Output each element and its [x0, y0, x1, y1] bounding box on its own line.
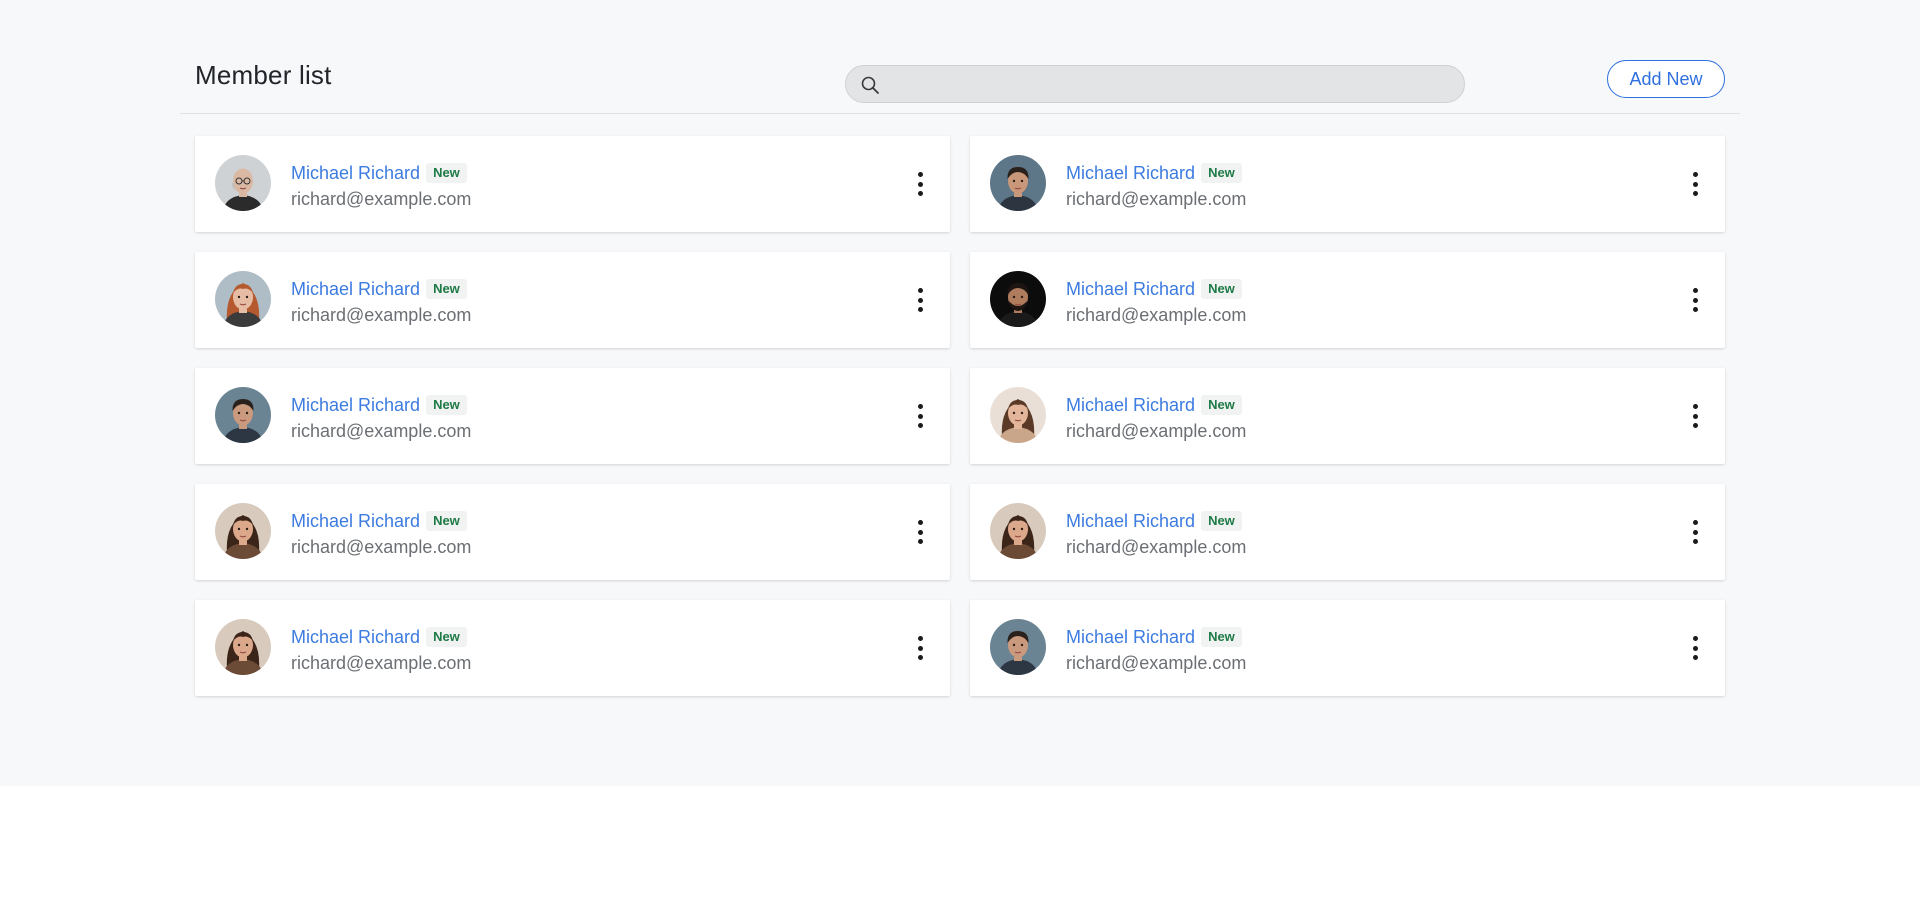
new-badge: New — [1201, 163, 1242, 183]
member-card-9: Michael Richard New richard@example.com — [195, 600, 950, 696]
member-info: Michael Richard New richard@example.com — [1066, 162, 1246, 210]
red-hair-woman-avatar[interactable] — [215, 271, 271, 327]
new-badge: New — [1201, 511, 1242, 531]
member-card-2: Michael Richard New richard@example.com — [970, 136, 1725, 232]
more-options-icon[interactable] — [910, 516, 930, 548]
header: Member list Add New — [180, 0, 1740, 114]
long-hair-woman-avatar[interactable] — [990, 387, 1046, 443]
member-name[interactable]: Michael Richard — [291, 163, 420, 184]
member-name[interactable]: Michael Richard — [291, 511, 420, 532]
more-options-icon[interactable] — [1685, 168, 1705, 200]
search-icon — [860, 75, 880, 95]
member-card-1: Michael Richard New richard@example.com — [195, 136, 950, 232]
member-email: richard@example.com — [291, 537, 472, 557]
more-options-icon[interactable] — [910, 632, 930, 664]
bearded-man-avatar[interactable] — [990, 271, 1046, 327]
more-options-icon[interactable] — [910, 168, 930, 200]
member-email: richard@example.com — [1066, 189, 1247, 209]
more-options-icon[interactable] — [1685, 632, 1705, 664]
member-card-3: Michael Richard New richard@example.com — [195, 252, 950, 348]
new-badge: New — [426, 511, 467, 531]
member-email: richard@example.com — [291, 189, 472, 209]
more-options-icon[interactable] — [1685, 400, 1705, 432]
new-badge: New — [426, 395, 467, 415]
member-email: richard@example.com — [1066, 653, 1247, 673]
member-name[interactable]: Michael Richard — [291, 279, 420, 300]
member-email: richard@example.com — [1066, 537, 1247, 557]
member-info: Michael Richard New richard@example.com — [291, 162, 471, 210]
new-badge: New — [426, 163, 467, 183]
member-name[interactable]: Michael Richard — [1066, 395, 1195, 416]
member-email: richard@example.com — [291, 421, 472, 441]
more-options-icon[interactable] — [910, 284, 930, 316]
search-input[interactable] — [888, 66, 1448, 102]
man-suit-avatar[interactable] — [215, 387, 271, 443]
member-info: Michael Richard New richard@example.com — [1066, 510, 1246, 558]
new-badge: New — [1201, 627, 1242, 647]
member-info: Michael Richard New richard@example.com — [291, 278, 471, 326]
search-bar[interactable] — [845, 65, 1465, 103]
member-info: Michael Richard New richard@example.com — [1066, 278, 1246, 326]
member-info: Michael Richard New richard@example.com — [1066, 626, 1246, 674]
new-badge: New — [426, 279, 467, 299]
member-name[interactable]: Michael Richard — [1066, 163, 1195, 184]
member-name[interactable]: Michael Richard — [291, 395, 420, 416]
member-email: richard@example.com — [1066, 305, 1247, 325]
more-options-icon[interactable] — [1685, 516, 1705, 548]
member-name[interactable]: Michael Richard — [1066, 279, 1195, 300]
member-name[interactable]: Michael Richard — [1066, 627, 1195, 648]
long-hair-woman-avatar[interactable] — [215, 619, 271, 675]
member-email: richard@example.com — [291, 653, 472, 673]
long-hair-woman-avatar[interactable] — [215, 503, 271, 559]
new-badge: New — [426, 627, 467, 647]
member-card-7: Michael Richard New richard@example.com — [195, 484, 950, 580]
member-info: Michael Richard New richard@example.com — [291, 394, 471, 442]
member-name[interactable]: Michael Richard — [291, 627, 420, 648]
bald-man-glasses-avatar[interactable] — [215, 155, 271, 211]
add-new-button[interactable]: Add New — [1607, 60, 1725, 98]
page-title: Member list — [195, 60, 332, 90]
member-name[interactable]: Michael Richard — [1066, 511, 1195, 532]
member-card-10: Michael Richard New richard@example.com — [970, 600, 1725, 696]
long-hair-woman-avatar[interactable] — [990, 503, 1046, 559]
member-list-container: Member list Add New Michael Richard New … — [180, 0, 1740, 696]
new-badge: New — [1201, 279, 1242, 299]
more-options-icon[interactable] — [1685, 284, 1705, 316]
member-email: richard@example.com — [291, 305, 472, 325]
member-info: Michael Richard New richard@example.com — [291, 626, 471, 674]
young-man-dark-hair-avatar[interactable] — [990, 155, 1046, 211]
member-email: richard@example.com — [1066, 421, 1247, 441]
member-info: Michael Richard New richard@example.com — [291, 510, 471, 558]
new-badge: New — [1201, 395, 1242, 415]
more-options-icon[interactable] — [910, 400, 930, 432]
member-card-8: Michael Richard New richard@example.com — [970, 484, 1725, 580]
member-card-5: Michael Richard New richard@example.com — [195, 368, 950, 464]
member-card-4: Michael Richard New richard@example.com — [970, 252, 1725, 348]
member-card-6: Michael Richard New richard@example.com — [970, 368, 1725, 464]
member-info: Michael Richard New richard@example.com — [1066, 394, 1246, 442]
member-grid: Michael Richard New richard@example.com … — [195, 136, 1725, 696]
man-suit-avatar[interactable] — [990, 619, 1046, 675]
